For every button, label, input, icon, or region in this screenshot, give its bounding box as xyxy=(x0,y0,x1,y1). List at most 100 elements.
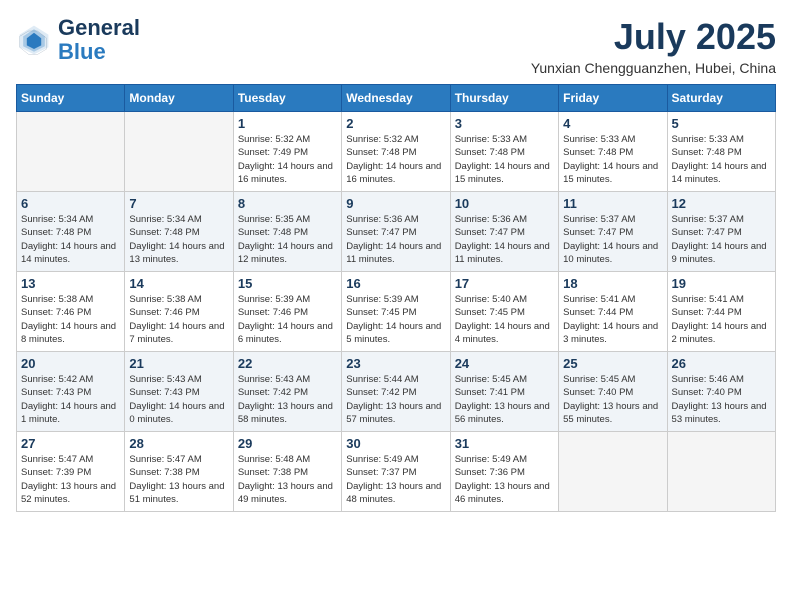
day-info: Sunrise: 5:34 AMSunset: 7:48 PMDaylight:… xyxy=(21,213,120,266)
day-info: Sunrise: 5:45 AMSunset: 7:41 PMDaylight:… xyxy=(455,373,554,426)
day-number: 21 xyxy=(129,356,228,371)
day-number: 12 xyxy=(672,196,771,211)
calendar-cell: 23Sunrise: 5:44 AMSunset: 7:42 PMDayligh… xyxy=(342,352,450,432)
calendar-header-sunday: Sunday xyxy=(17,85,125,112)
day-info: Sunrise: 5:43 AMSunset: 7:42 PMDaylight:… xyxy=(238,373,337,426)
calendar-cell: 5 Sunrise: 5:33 AMSunset: 7:48 PMDaylight… xyxy=(667,112,775,192)
calendar-header-wednesday: Wednesday xyxy=(342,85,450,112)
day-info: Sunrise: 5:39 AMSunset: 7:46 PMDaylight:… xyxy=(238,293,337,346)
header: General Blue July 2025 Yunxian Chengguan… xyxy=(16,16,776,76)
day-number: 29 xyxy=(238,436,337,451)
day-info: Sunrise: 5:41 AMSunset: 7:44 PMDaylight:… xyxy=(672,293,771,346)
day-number: 17 xyxy=(455,276,554,291)
day-info: Sunrise: 5:33 AMSunset: 7:48 PMDaylight:… xyxy=(563,133,662,186)
day-info: Sunrise: 5:38 AMSunset: 7:46 PMDaylight:… xyxy=(129,293,228,346)
day-number: 5 xyxy=(672,116,771,131)
calendar-header-tuesday: Tuesday xyxy=(233,85,341,112)
calendar-header-friday: Friday xyxy=(559,85,667,112)
calendar-cell: 31 Sunrise: 5:49 AMSunset: 7:36 PMDayligh… xyxy=(450,432,558,512)
calendar-cell: 25Sunrise: 5:45 AMSunset: 7:40 PMDayligh… xyxy=(559,352,667,432)
day-info: Sunrise: 5:43 AMSunset: 7:43 PMDaylight:… xyxy=(129,373,228,426)
day-info: Sunrise: 5:36 AMSunset: 7:47 PMDaylight:… xyxy=(346,213,445,266)
day-number: 1 xyxy=(238,116,337,131)
day-info: Sunrise: 5:38 AMSunset: 7:46 PMDaylight:… xyxy=(21,293,120,346)
calendar-cell xyxy=(125,112,233,192)
day-info: Sunrise: 5:48 AMSunset: 7:38 PMDaylight:… xyxy=(238,453,337,506)
day-info: Sunrise: 5:45 AMSunset: 7:40 PMDaylight:… xyxy=(563,373,662,426)
day-info: Sunrise: 5:33 AMSunset: 7:48 PMDaylight:… xyxy=(455,133,554,186)
calendar-cell: 6 Sunrise: 5:34 AMSunset: 7:48 PMDaylight… xyxy=(17,192,125,272)
calendar-cell: 28 Sunrise: 5:47 AMSunset: 7:38 PMDayligh… xyxy=(125,432,233,512)
calendar-week-row: 13Sunrise: 5:38 AMSunset: 7:46 PMDayligh… xyxy=(17,272,776,352)
day-number: 24 xyxy=(455,356,554,371)
calendar-cell: 17 Sunrise: 5:40 AMSunset: 7:45 PMDayligh… xyxy=(450,272,558,352)
calendar-cell: 7 Sunrise: 5:34 AMSunset: 7:48 PMDaylight… xyxy=(125,192,233,272)
logo-text: General Blue xyxy=(58,16,140,64)
calendar-header-monday: Monday xyxy=(125,85,233,112)
day-info: Sunrise: 5:47 AMSunset: 7:38 PMDaylight:… xyxy=(129,453,228,506)
calendar-cell: 27Sunrise: 5:47 AMSunset: 7:39 PMDayligh… xyxy=(17,432,125,512)
day-number: 22 xyxy=(238,356,337,371)
calendar-cell: 4Sunrise: 5:33 AMSunset: 7:48 PMDaylight… xyxy=(559,112,667,192)
calendar-cell xyxy=(17,112,125,192)
calendar: SundayMondayTuesdayWednesdayThursdayFrid… xyxy=(16,84,776,512)
day-number: 10 xyxy=(455,196,554,211)
day-info: Sunrise: 5:42 AMSunset: 7:43 PMDaylight:… xyxy=(21,373,120,426)
calendar-cell xyxy=(559,432,667,512)
calendar-header-row: SundayMondayTuesdayWednesdayThursdayFrid… xyxy=(17,85,776,112)
calendar-cell: 29 Sunrise: 5:48 AMSunset: 7:38 PMDayligh… xyxy=(233,432,341,512)
calendar-cell: 9 Sunrise: 5:36 AMSunset: 7:47 PMDaylight… xyxy=(342,192,450,272)
calendar-cell: 15 Sunrise: 5:39 AMSunset: 7:46 PMDayligh… xyxy=(233,272,341,352)
day-number: 18 xyxy=(563,276,662,291)
calendar-week-row: 6 Sunrise: 5:34 AMSunset: 7:48 PMDaylight… xyxy=(17,192,776,272)
day-number: 7 xyxy=(129,196,228,211)
day-number: 14 xyxy=(129,276,228,291)
day-info: Sunrise: 5:46 AMSunset: 7:40 PMDaylight:… xyxy=(672,373,771,426)
day-number: 30 xyxy=(346,436,445,451)
day-number: 9 xyxy=(346,196,445,211)
day-info: Sunrise: 5:32 AMSunset: 7:49 PMDaylight:… xyxy=(238,133,337,186)
calendar-cell: 30Sunrise: 5:49 AMSunset: 7:37 PMDayligh… xyxy=(342,432,450,512)
calendar-cell: 1 Sunrise: 5:32 AMSunset: 7:49 PMDaylight… xyxy=(233,112,341,192)
calendar-cell: 13Sunrise: 5:38 AMSunset: 7:46 PMDayligh… xyxy=(17,272,125,352)
day-number: 26 xyxy=(672,356,771,371)
calendar-cell: 2 Sunrise: 5:32 AMSunset: 7:48 PMDaylight… xyxy=(342,112,450,192)
calendar-cell: 8Sunrise: 5:35 AMSunset: 7:48 PMDaylight… xyxy=(233,192,341,272)
calendar-cell: 14 Sunrise: 5:38 AMSunset: 7:46 PMDayligh… xyxy=(125,272,233,352)
day-info: Sunrise: 5:44 AMSunset: 7:42 PMDaylight:… xyxy=(346,373,445,426)
calendar-header-saturday: Saturday xyxy=(667,85,775,112)
calendar-header-thursday: Thursday xyxy=(450,85,558,112)
day-number: 31 xyxy=(455,436,554,451)
calendar-cell: 12 Sunrise: 5:37 AMSunset: 7:47 PMDayligh… xyxy=(667,192,775,272)
day-number: 20 xyxy=(21,356,120,371)
day-info: Sunrise: 5:32 AMSunset: 7:48 PMDaylight:… xyxy=(346,133,445,186)
title-area: July 2025 Yunxian Chengguanzhen, Hubei, … xyxy=(531,16,776,76)
day-number: 3 xyxy=(455,116,554,131)
day-number: 19 xyxy=(672,276,771,291)
day-info: Sunrise: 5:33 AMSunset: 7:48 PMDaylight:… xyxy=(672,133,771,186)
day-info: Sunrise: 5:37 AMSunset: 7:47 PMDaylight:… xyxy=(672,213,771,266)
day-number: 2 xyxy=(346,116,445,131)
month-title: July 2025 xyxy=(531,16,776,58)
day-info: Sunrise: 5:36 AMSunset: 7:47 PMDaylight:… xyxy=(455,213,554,266)
calendar-cell: 19 Sunrise: 5:41 AMSunset: 7:44 PMDayligh… xyxy=(667,272,775,352)
day-info: Sunrise: 5:49 AMSunset: 7:36 PMDaylight:… xyxy=(455,453,554,506)
calendar-cell: 21 Sunrise: 5:43 AMSunset: 7:43 PMDayligh… xyxy=(125,352,233,432)
location-title: Yunxian Chengguanzhen, Hubei, China xyxy=(531,60,776,76)
day-info: Sunrise: 5:40 AMSunset: 7:45 PMDaylight:… xyxy=(455,293,554,346)
day-number: 28 xyxy=(129,436,228,451)
day-number: 15 xyxy=(238,276,337,291)
day-number: 8 xyxy=(238,196,337,211)
calendar-cell: 20 Sunrise: 5:42 AMSunset: 7:43 PMDayligh… xyxy=(17,352,125,432)
day-info: Sunrise: 5:34 AMSunset: 7:48 PMDaylight:… xyxy=(129,213,228,266)
calendar-week-row: 20 Sunrise: 5:42 AMSunset: 7:43 PMDayligh… xyxy=(17,352,776,432)
day-number: 6 xyxy=(21,196,120,211)
calendar-cell xyxy=(667,432,775,512)
calendar-cell: 10 Sunrise: 5:36 AMSunset: 7:47 PMDayligh… xyxy=(450,192,558,272)
day-info: Sunrise: 5:37 AMSunset: 7:47 PMDaylight:… xyxy=(563,213,662,266)
logo-icon xyxy=(16,22,52,58)
calendar-week-row: 1 Sunrise: 5:32 AMSunset: 7:49 PMDaylight… xyxy=(17,112,776,192)
day-number: 27 xyxy=(21,436,120,451)
day-info: Sunrise: 5:41 AMSunset: 7:44 PMDaylight:… xyxy=(563,293,662,346)
calendar-cell: 18 Sunrise: 5:41 AMSunset: 7:44 PMDayligh… xyxy=(559,272,667,352)
